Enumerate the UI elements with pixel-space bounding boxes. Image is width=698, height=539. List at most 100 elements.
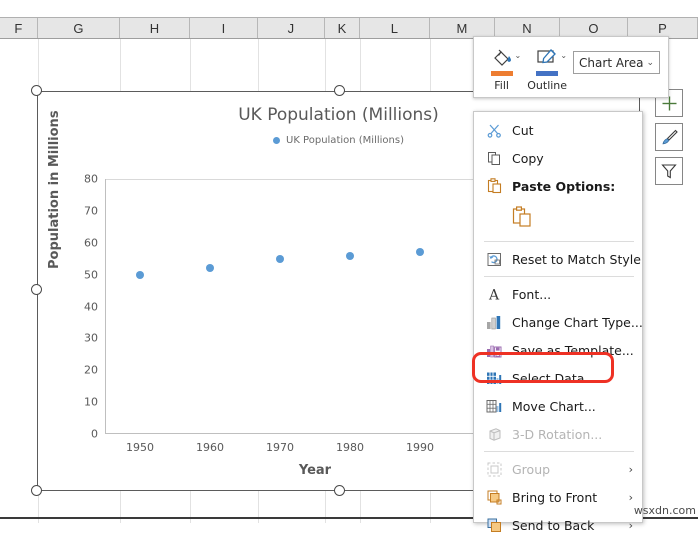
- paste-option-keep-formatting[interactable]: [474, 200, 642, 238]
- menu-item-label: Select Data...: [512, 371, 596, 386]
- resize-handle-top-left[interactable]: [31, 85, 42, 96]
- fill-color-bar: [491, 71, 513, 76]
- plot-area[interactable]: 0102030405060708019501960197019801990200…: [105, 179, 525, 434]
- menu-item-3-d-rotation: 3-D Rotation...: [474, 420, 642, 448]
- outline-tool[interactable]: Outline ⌄: [527, 42, 567, 92]
- bar-chart-icon: [482, 312, 506, 332]
- data-point[interactable]: [346, 252, 354, 260]
- plot-border: [105, 179, 525, 434]
- menu-item-label: Cut: [512, 123, 534, 138]
- menu-item-label: Reset to Match Style: [512, 252, 641, 267]
- x-axis-tick-label: 1950: [126, 441, 154, 454]
- column-header-m[interactable]: M: [430, 18, 495, 38]
- menu-item-font[interactable]: A Font...: [474, 280, 642, 308]
- column-header-k[interactable]: K: [325, 18, 360, 38]
- column-header-label: L: [391, 21, 398, 36]
- chart-styles-button[interactable]: [655, 123, 683, 151]
- y-axis-tick-label: 10: [84, 396, 98, 409]
- column-header-f[interactable]: F: [0, 18, 38, 38]
- y-axis-line: [105, 179, 106, 434]
- outline-color-bar: [536, 71, 558, 76]
- data-point[interactable]: [276, 255, 284, 263]
- menu-item-change-chart-type[interactable]: Change Chart Type...: [474, 308, 642, 336]
- menu-item-select-data[interactable]: Select Data...: [474, 364, 642, 392]
- column-header-label: P: [658, 21, 667, 36]
- menu-item-label: Send to Back: [512, 518, 594, 533]
- menu-item-label: Save as Template...: [512, 343, 634, 358]
- data-point[interactable]: [416, 248, 424, 256]
- y-axis-tick-label: 40: [84, 300, 98, 313]
- menu-item-label: Move Chart...: [512, 399, 596, 414]
- svg-text:A: A: [488, 288, 500, 303]
- menu-item-label: Copy: [512, 151, 544, 166]
- menu-item-label: Paste Options:: [512, 179, 615, 194]
- menu-item-label: Change Chart Type...: [512, 315, 643, 330]
- paintbrush-icon: [660, 128, 679, 147]
- column-header-label: K: [338, 21, 347, 36]
- move-chart-icon: [482, 396, 506, 416]
- x-axis-title[interactable]: Year: [105, 463, 525, 478]
- fill-dropdown-caret[interactable]: ⌄: [515, 51, 522, 60]
- chevron-down-icon[interactable]: ⌄: [646, 58, 654, 68]
- column-header-j[interactable]: J: [258, 18, 325, 38]
- menu-item-save-as-template[interactable]: Save as Template...: [474, 336, 642, 364]
- column-header-label: G: [73, 21, 83, 36]
- data-point[interactable]: [206, 264, 214, 272]
- column-header-label: J: [288, 21, 295, 36]
- menu-separator: [484, 241, 634, 242]
- x-axis-line: [105, 433, 525, 434]
- y-axis-tick-label: 50: [84, 268, 98, 281]
- copy-icon: [482, 148, 506, 168]
- menu-item-copy[interactable]: Copy: [474, 144, 642, 172]
- submenu-arrow-icon: ›: [629, 463, 633, 476]
- y-axis-tick-label: 20: [84, 364, 98, 377]
- fill-label: Fill: [482, 79, 521, 92]
- menu-item-cut[interactable]: Cut: [474, 116, 642, 144]
- y-axis-title[interactable]: Population in Millions: [47, 110, 62, 269]
- font-a-icon: A: [482, 284, 506, 304]
- menu-item-label: 3-D Rotation...: [512, 427, 602, 442]
- resize-handle-bottom-left[interactable]: [31, 485, 42, 496]
- menu-item-label: Font...: [512, 287, 551, 302]
- submenu-arrow-icon: ›: [629, 491, 633, 504]
- chart-filters-button[interactable]: [655, 157, 683, 185]
- legend-label: UK Population (Millions): [286, 135, 404, 146]
- fill-tool[interactable]: Fill ⌄: [482, 42, 521, 92]
- mini-format-toolbar[interactable]: Fill ⌄ Outline ⌄ Chart Area ⌄: [473, 36, 669, 98]
- outline-dropdown-caret[interactable]: ⌄: [560, 51, 567, 60]
- column-header-n[interactable]: N: [495, 18, 560, 38]
- data-point[interactable]: [136, 271, 144, 279]
- shape-selector-dropdown[interactable]: Chart Area ⌄: [573, 51, 660, 74]
- resize-handle-bottom-center[interactable]: [334, 485, 345, 496]
- chart-side-buttons[interactable]: [655, 89, 685, 191]
- shape-selector-value: Chart Area: [579, 56, 643, 70]
- menu-item-reset-to-match-style[interactable]: Reset to Match Style: [474, 245, 642, 273]
- menu-item-label: Bring to Front: [512, 490, 597, 505]
- chart-context-menu[interactable]: Cut Copy Paste Options: Reset to Match Styl…: [473, 111, 643, 523]
- column-header-l[interactable]: L: [360, 18, 430, 38]
- y-axis-tick-label: 60: [84, 236, 98, 249]
- menu-item-send-to-back[interactable]: Send to Back ›: [474, 511, 642, 539]
- scissors-icon: [482, 120, 506, 140]
- send-back-icon: [482, 515, 506, 535]
- save-template-icon: [482, 340, 506, 360]
- sheet-top-strip: [0, 0, 698, 17]
- rotation-3d-icon: [482, 424, 506, 444]
- y-axis-tick-label: 0: [91, 428, 98, 441]
- submenu-arrow-icon: ›: [629, 519, 633, 532]
- column-header-p[interactable]: P: [628, 18, 698, 38]
- paste-keep-formatting-icon: [512, 206, 532, 232]
- legend-marker-icon: [273, 137, 280, 144]
- column-header-h[interactable]: H: [120, 18, 190, 38]
- resize-handle-top-center[interactable]: [334, 85, 345, 96]
- menu-item-paste-options[interactable]: Paste Options:: [474, 172, 642, 200]
- resize-handle-middle-left[interactable]: [31, 284, 42, 295]
- menu-item-bring-to-front[interactable]: Bring to Front ›: [474, 483, 642, 511]
- column-header-o[interactable]: O: [560, 18, 628, 38]
- column-header-i[interactable]: I: [190, 18, 258, 38]
- menu-item-move-chart[interactable]: Move Chart...: [474, 392, 642, 420]
- column-header-label: H: [150, 21, 160, 36]
- watermark: wsxdn.com: [634, 504, 696, 517]
- column-header-g[interactable]: G: [38, 18, 120, 38]
- select-data-icon: [482, 368, 506, 388]
